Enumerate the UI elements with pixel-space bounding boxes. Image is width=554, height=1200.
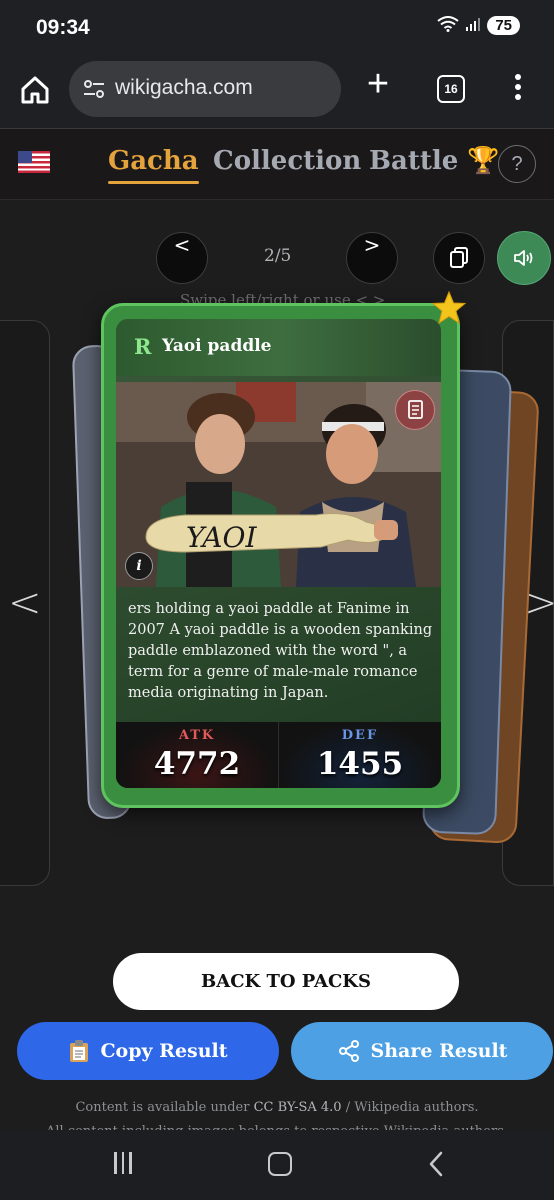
attack-label: ATK: [178, 728, 216, 743]
attack-value: 4772: [153, 746, 241, 782]
defense-stat: DEF 1455: [279, 722, 441, 788]
gacha-card[interactable]: R Yaoi paddle YAOI i ers holding a yaoi …: [101, 303, 460, 808]
share-result-button[interactable]: Share Result: [291, 1022, 553, 1080]
status-time: 09:34: [36, 16, 90, 39]
attack-stat: ATK 4772: [116, 722, 279, 788]
recent-apps-icon[interactable]: [114, 1152, 138, 1176]
card-photo: YAOI: [116, 382, 441, 587]
license-link[interactable]: CC BY-SA 4.0: [254, 1100, 342, 1115]
system-back-icon[interactable]: [425, 1150, 447, 1178]
license-suffix: / Wikipedia authors.: [345, 1100, 479, 1115]
card-counter: 2/5: [264, 246, 292, 266]
card-face: R Yaoi paddle YAOI i ers holding a yaoi …: [116, 319, 441, 788]
share-result-label: Share Result: [370, 1040, 508, 1062]
defense-value: 1455: [316, 746, 404, 782]
tab-collection[interactable]: Collection: [213, 146, 361, 176]
trophy-icon: 🏆: [467, 146, 500, 176]
us-flag-icon[interactable]: [18, 151, 50, 173]
battery-indicator: 75: [487, 16, 520, 35]
clipboard-icon: [70, 1040, 89, 1062]
card-stats: ATK 4772 DEF 1455: [116, 722, 441, 788]
browser-toolbar: wikigacha.com + 16: [0, 58, 554, 129]
copy-result-button[interactable]: Copy Result: [17, 1022, 279, 1080]
help-button[interactable]: ?: [498, 145, 536, 183]
tab-battle-label: Battle: [369, 146, 459, 176]
license-prefix: Content is available under: [75, 1100, 250, 1115]
card-description: ers holding a yaoi paddle at Fanime in 2…: [128, 601, 433, 701]
tab-gacha[interactable]: Gacha: [108, 146, 199, 184]
copy-card-button[interactable]: [433, 232, 485, 284]
system-home-icon[interactable]: [268, 1152, 292, 1176]
defense-label: DEF: [341, 728, 379, 743]
paddle-text: YAOI: [186, 521, 257, 554]
more-menu-icon[interactable]: [508, 74, 528, 102]
app-nav: Gacha Collection Battle 🏆: [0, 129, 554, 200]
new-tab-icon[interactable]: +: [362, 65, 394, 103]
tab-switcher-button[interactable]: 16: [437, 75, 465, 103]
side-arrow-left[interactable]: <: [8, 580, 42, 626]
signal-icon: [465, 16, 481, 35]
tab-battle[interactable]: Battle 🏆: [369, 146, 500, 176]
card-rarity: R: [134, 334, 152, 359]
sound-toggle-button[interactable]: [497, 231, 551, 285]
url-text[interactable]: wikigacha.com: [115, 76, 253, 100]
copy-result-label: Copy Result: [100, 1040, 228, 1062]
prev-card-button[interactable]: <: [156, 232, 208, 284]
article-icon[interactable]: [395, 390, 435, 430]
info-icon[interactable]: i: [125, 552, 153, 580]
site-settings-icon[interactable]: [83, 79, 105, 99]
share-icon: [338, 1040, 359, 1062]
speaker-icon: [514, 250, 533, 266]
card-header: R Yaoi paddle: [116, 319, 441, 376]
next-card-button[interactable]: >: [346, 232, 398, 284]
back-to-packs-button[interactable]: BACK TO PACKS: [113, 953, 459, 1010]
home-icon[interactable]: [18, 73, 52, 107]
card-title: Yaoi paddle: [162, 336, 272, 356]
license-footer: Content is available under CC BY-SA 4.0 …: [0, 1100, 554, 1115]
address-bar[interactable]: wikigacha.com: [69, 61, 341, 117]
wifi-icon: [437, 16, 459, 35]
star-icon: [431, 290, 467, 325]
status-bar: 09:34 75: [0, 0, 554, 58]
status-icons: 75: [437, 16, 520, 35]
copy-icon: [450, 247, 468, 268]
system-nav-bar: [0, 1130, 554, 1200]
